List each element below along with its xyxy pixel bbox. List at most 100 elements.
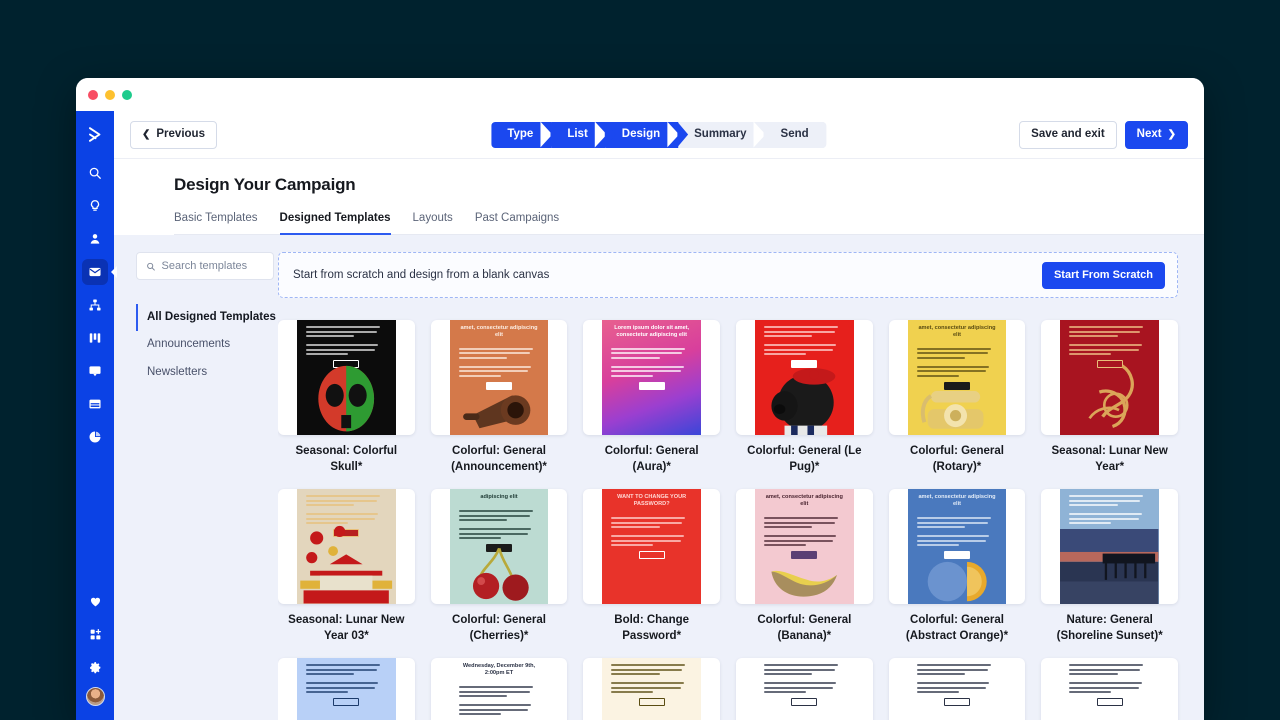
tab-designed-templates[interactable]: Designed Templates bbox=[279, 212, 391, 235]
step-label: Design bbox=[621, 127, 661, 140]
save-and-exit-label: Save and exit bbox=[1031, 127, 1105, 140]
template-card[interactable]: Seasonal: Lunar New Year* bbox=[1041, 320, 1178, 475]
template-thumbnail[interactable] bbox=[1041, 489, 1178, 605]
template-card[interactable] bbox=[1041, 658, 1178, 720]
save-and-exit-button[interactable]: Save and exit bbox=[1019, 120, 1117, 149]
previous-label: Previous bbox=[156, 127, 205, 140]
desktop-background: ❮ Previous Type List Design Summary Send… bbox=[0, 0, 1280, 720]
template-card[interactable]: Colorful: General (Le Pug)* bbox=[736, 320, 873, 475]
main-area: ❮ Previous Type List Design Summary Send… bbox=[114, 111, 1204, 720]
preview-text-line bbox=[764, 353, 806, 355]
preview-text-line bbox=[764, 335, 813, 337]
template-thumbnail[interactable]: amet, consectetur adipiscing elit bbox=[430, 320, 568, 435]
preview-text-line bbox=[764, 517, 839, 519]
window-titlebar bbox=[76, 78, 1204, 111]
next-button[interactable]: Next ❯ bbox=[1124, 120, 1188, 149]
template-thumbnail[interactable] bbox=[278, 658, 415, 720]
sidebar-item-conversations[interactable] bbox=[82, 358, 108, 384]
template-card[interactable]: Seasonal: Lunar New Year 03* bbox=[278, 489, 415, 644]
avatar[interactable] bbox=[85, 687, 105, 706]
template-thumbnail[interactable] bbox=[888, 658, 1026, 720]
preview-text-line bbox=[306, 335, 355, 337]
template-title: Colorful: General (Announcement)* bbox=[451, 445, 547, 473]
template-card[interactable]: amet, consectetur adipiscing elit Colorf… bbox=[888, 320, 1026, 475]
preview-heading: amet, consectetur adipiscing elit bbox=[460, 325, 538, 338]
sidebar-item-reports[interactable] bbox=[82, 424, 108, 450]
minimize-icon[interactable] bbox=[105, 89, 115, 100]
template-card[interactable]: Lorem ipsum dolor sit amet, consectetur … bbox=[583, 320, 720, 475]
category-announcements[interactable]: Announcements bbox=[136, 331, 278, 358]
close-icon[interactable] bbox=[88, 89, 98, 100]
template-card[interactable]: amet, consectetur adipiscing elit Colorf… bbox=[736, 489, 873, 644]
template-card[interactable]: amet, consectetur adipiscing elit Colorf… bbox=[430, 320, 568, 475]
search-templates-field[interactable] bbox=[136, 252, 274, 280]
preview-text-line bbox=[916, 352, 988, 355]
activecampaign-logo-icon[interactable] bbox=[82, 122, 108, 146]
template-thumbnail[interactable]: amet, consectetur adipiscing elit bbox=[736, 489, 873, 605]
template-card[interactable] bbox=[736, 658, 873, 720]
category-list: All Designed Templates Announcements New… bbox=[136, 304, 278, 386]
content-area: All Designed Templates Announcements New… bbox=[114, 235, 1204, 720]
template-card[interactable]: amet, consectetur adipiscing elit Colorf… bbox=[888, 489, 1026, 644]
page-title: Design Your Campaign bbox=[174, 175, 356, 194]
template-preview: amet, consectetur adipiscing elit bbox=[755, 489, 854, 605]
template-thumbnail[interactable]: adipiscing elit bbox=[430, 489, 568, 605]
template-thumbnail[interactable] bbox=[278, 320, 415, 435]
preview-text-line bbox=[611, 544, 654, 546]
start-from-scratch-button[interactable]: Start From Scratch bbox=[1041, 261, 1165, 289]
tab-basic-templates[interactable]: Basic Templates bbox=[174, 212, 258, 235]
preview-text-line bbox=[916, 668, 988, 671]
sidebar-item-ideas[interactable] bbox=[82, 193, 108, 219]
sidebar-item-favorites[interactable] bbox=[82, 588, 108, 614]
template-card[interactable] bbox=[583, 658, 720, 720]
tab-past-campaigns[interactable]: Past Campaigns bbox=[475, 212, 559, 235]
sidebar-item-automations[interactable] bbox=[82, 292, 108, 318]
previous-button[interactable]: ❮ Previous bbox=[130, 120, 217, 149]
template-thumbnail[interactable]: Lorem ipsum dolor sit amet, consectetur … bbox=[583, 320, 720, 435]
template-card[interactable]: WANT TO CHANGE YOUR PASSWORD? Bold: Chan… bbox=[583, 489, 720, 644]
template-title: Seasonal: Lunar New Year* bbox=[1051, 445, 1168, 473]
sidebar-item-apps[interactable] bbox=[82, 621, 108, 647]
preview-text-line bbox=[764, 539, 834, 542]
sidebar-item-deals[interactable] bbox=[82, 325, 108, 351]
template-preview: Wednesday, December 9th, 2:00pm ET bbox=[449, 658, 549, 720]
tab-layouts[interactable]: Layouts bbox=[413, 212, 453, 235]
category-newsletters[interactable]: Newsletters bbox=[136, 359, 278, 386]
step-type[interactable]: Type bbox=[491, 121, 562, 148]
template-preview bbox=[907, 658, 1007, 720]
template-thumbnail[interactable]: Wednesday, December 9th, 2:00pm ET bbox=[430, 658, 568, 720]
maximize-icon[interactable] bbox=[122, 89, 132, 100]
template-card[interactable]: Seasonal: Colorful Skull* bbox=[278, 320, 415, 475]
templates-panel: Start from scratch and design from a bla… bbox=[278, 252, 1204, 720]
preview-text-line bbox=[458, 347, 533, 350]
sidebar-item-contacts[interactable] bbox=[82, 226, 108, 252]
topbar-actions: Save and exit Next ❯ bbox=[1019, 120, 1188, 149]
sidebar-item-campaigns[interactable] bbox=[82, 259, 117, 285]
search-input[interactable] bbox=[161, 260, 264, 272]
template-card[interactable] bbox=[888, 658, 1026, 720]
template-thumbnail[interactable] bbox=[278, 489, 415, 605]
template-thumbnail[interactable] bbox=[583, 658, 720, 720]
template-card[interactable] bbox=[278, 658, 415, 720]
sidebar-item-settings[interactable] bbox=[82, 654, 108, 680]
template-thumbnail[interactable]: amet, consectetur adipiscing elit bbox=[888, 489, 1026, 605]
sidebar-item-website[interactable] bbox=[82, 391, 108, 417]
template-card[interactable]: Nature: General (Shoreline Sunset)* bbox=[1041, 489, 1178, 644]
category-all-designed-templates[interactable]: All Designed Templates bbox=[136, 304, 278, 332]
template-thumbnail[interactable] bbox=[1041, 658, 1178, 720]
preview-text-line bbox=[611, 370, 681, 373]
template-thumbnail[interactable]: amet, consectetur adipiscing elit bbox=[888, 320, 1026, 435]
preview-text-line bbox=[916, 686, 986, 689]
template-card[interactable]: Wednesday, December 9th, 2:00pm ET bbox=[430, 658, 568, 720]
step-design[interactable]: Design bbox=[605, 121, 689, 148]
template-thumbnail[interactable] bbox=[736, 320, 873, 435]
preview-body bbox=[450, 504, 548, 540]
preview-text-line bbox=[611, 664, 686, 667]
template-thumbnail[interactable] bbox=[1041, 320, 1178, 435]
template-card[interactable]: adipiscing elit Colorful: General (Cherr… bbox=[430, 489, 568, 644]
sidebar-item-search[interactable] bbox=[82, 160, 108, 186]
template-thumbnail[interactable] bbox=[736, 658, 873, 720]
step-summary[interactable]: Summary bbox=[678, 121, 775, 148]
preview-cta-button bbox=[638, 551, 665, 559]
template-thumbnail[interactable]: WANT TO CHANGE YOUR PASSWORD? bbox=[583, 489, 720, 605]
